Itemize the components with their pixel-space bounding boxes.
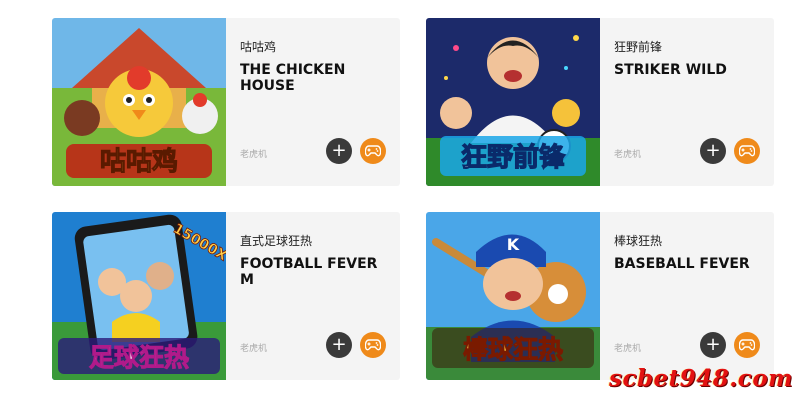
game-category: 老虎机: [614, 344, 642, 354]
game-category: 老虎机: [240, 344, 268, 354]
add-favorite-button[interactable]: +: [700, 332, 726, 358]
game-thumbnail[interactable]: 咕咕鸡: [52, 18, 226, 186]
thumbnail-title: 足球狂热: [89, 343, 189, 372]
play-game-button[interactable]: [360, 138, 386, 164]
svg-text:K: K: [507, 235, 520, 254]
game-card-football-fever-m[interactable]: 15000X 足球狂热 直式足球狂热 FOOTBALL FEVER M 老虎机 …: [52, 212, 400, 380]
game-name-en: THE CHICKEN HOUSE: [240, 62, 346, 94]
plus-icon: +: [705, 140, 721, 161]
watermark: scbet948.com: [609, 365, 793, 392]
gamepad-icon: [739, 339, 755, 351]
game-card-chicken-house[interactable]: 咕咕鸡 咕咕鸡 THE CHICKEN HOUSE 老虎机 +: [52, 18, 400, 186]
game-name-cn: 棒球狂热: [614, 234, 663, 248]
game-name-en: FOOTBALL FEVER M: [240, 256, 378, 288]
game-card-striker-wild[interactable]: 狂野前锋 狂野前锋 STRIKER WILD 老虎机 +: [426, 18, 774, 186]
add-favorite-button[interactable]: +: [326, 332, 352, 358]
play-game-button[interactable]: [360, 332, 386, 358]
thumbnail-title: 狂野前锋: [461, 142, 566, 173]
gamepad-icon: [365, 145, 381, 157]
game-card-baseball-fever[interactable]: K 棒球狂热 棒球狂热 BASEBALL FEVER 老虎机 +: [426, 212, 774, 380]
game-thumbnail[interactable]: 狂野前锋: [426, 18, 600, 186]
game-name-cn: 狂野前锋: [614, 40, 663, 54]
game-thumbnail[interactable]: 15000X 足球狂热: [52, 212, 226, 380]
game-name-en: STRIKER WILD: [614, 62, 727, 78]
game-name-cn: 咕咕鸡: [240, 40, 277, 54]
add-favorite-button[interactable]: +: [326, 138, 352, 164]
game-category: 老虎机: [614, 150, 642, 160]
play-game-button[interactable]: [734, 138, 760, 164]
add-favorite-button[interactable]: +: [700, 138, 726, 164]
plus-icon: +: [331, 140, 347, 161]
gamepad-icon: [365, 339, 381, 351]
game-name-en: BASEBALL FEVER: [614, 256, 750, 272]
thumbnail-title: 棒球狂热: [463, 335, 563, 364]
plus-icon: +: [705, 334, 721, 355]
plus-icon: +: [331, 334, 347, 355]
game-thumbnail[interactable]: K 棒球狂热: [426, 212, 600, 380]
play-game-button[interactable]: [734, 332, 760, 358]
game-category: 老虎机: [240, 150, 268, 160]
thumbnail-title: 咕咕鸡: [100, 146, 178, 177]
game-name-cn: 直式足球狂热: [240, 234, 313, 248]
gamepad-icon: [739, 145, 755, 157]
